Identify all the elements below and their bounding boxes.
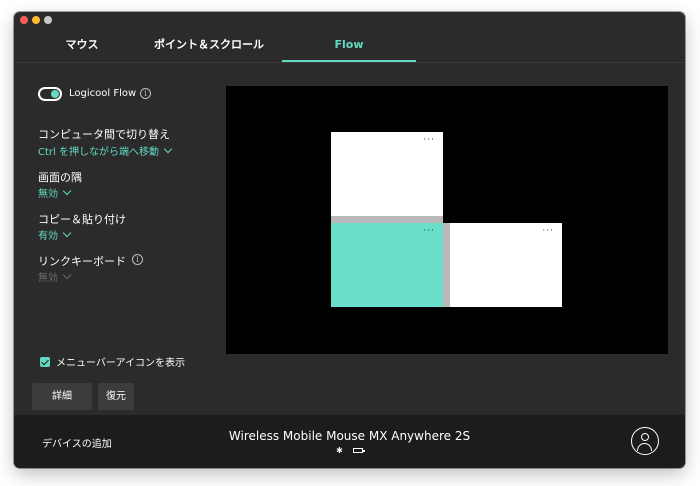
toggle-knob — [51, 90, 59, 98]
device-status-icons: ✱ — [14, 446, 685, 455]
flow-panel: Logicool Flow i コンピュータ間で切り替え Ctrl を押しながら… — [14, 63, 685, 415]
account-body — [637, 443, 652, 451]
switch-computers-dropdown[interactable]: Ctrl を押しながら端へ移動 — [38, 143, 173, 158]
switch-computers-title: コンピュータ間で切り替え — [38, 128, 170, 141]
computer-screen-right[interactable]: ··· — [450, 223, 562, 307]
minimize-window-button[interactable] — [32, 16, 40, 24]
account-head — [641, 433, 649, 441]
titlebar — [14, 12, 685, 28]
link-keyboard-title: リンクキーボード — [38, 255, 126, 268]
computer-screen-top[interactable]: ··· — [331, 132, 443, 216]
more-menu-icon[interactable]: ··· — [423, 227, 435, 236]
menubar-icon-label: メニューバーアイコンを表示 — [56, 358, 185, 369]
screen-corner-title: 画面の隅 — [38, 171, 82, 184]
tab-flow[interactable]: Flow — [282, 28, 416, 62]
tab-bar: マウス ポイント＆スクロール Flow — [14, 28, 685, 62]
info-icon[interactable]: i — [140, 88, 151, 99]
battery-icon — [352, 448, 365, 453]
flow-toggle[interactable] — [38, 87, 62, 101]
close-window-button[interactable] — [20, 16, 28, 24]
more-menu-icon[interactable]: ··· — [542, 227, 554, 236]
restore-button[interactable]: 復元 — [98, 383, 134, 410]
menubar-icon-checkbox[interactable] — [40, 356, 50, 367]
tab-mouse[interactable]: マウス — [34, 28, 130, 62]
more-menu-icon[interactable]: ··· — [423, 136, 435, 145]
copy-paste-dropdown[interactable]: 有効 — [38, 227, 72, 242]
copy-paste-title: コピー＆貼り付け — [38, 213, 126, 226]
copy-paste-value: 有効 — [38, 231, 58, 242]
account-icon[interactable] — [631, 427, 659, 455]
screen-corner-dropdown[interactable]: 無効 — [38, 185, 72, 200]
bluetooth-icon: ✱ — [336, 446, 343, 455]
footer-bar: デバイスの追加 Wireless Mobile Mouse MX Anywher… — [14, 415, 685, 468]
screen-corner-value: 無効 — [38, 189, 58, 200]
screen-layout-canvas: ··· ··· ··· — [226, 86, 668, 354]
chevron-down-icon — [163, 144, 173, 153]
app-window: マウス ポイント＆スクロール Flow Logicool Flow i コンピュ… — [14, 12, 685, 468]
screen-link-vertical — [443, 223, 450, 307]
info-icon[interactable]: i — [132, 254, 143, 265]
switch-computers-value: Ctrl を押しながら端へ移動 — [38, 147, 159, 158]
details-button[interactable]: 詳細 — [32, 383, 92, 410]
link-keyboard-value: 無効 — [38, 273, 58, 284]
zoom-window-button[interactable] — [44, 16, 52, 24]
menubar-icon-checkbox-row[interactable]: メニューバーアイコンを表示 — [40, 354, 185, 369]
chevron-down-icon — [62, 186, 72, 195]
chevron-down-icon — [62, 228, 72, 237]
device-name: Wireless Mobile Mouse MX Anywhere 2S — [228, 429, 471, 443]
screen-link-horizontal — [331, 216, 443, 223]
tab-point-scroll[interactable]: ポイント＆スクロール — [144, 28, 274, 62]
flow-toggle-label: Logicool Flow — [69, 88, 137, 99]
link-keyboard-dropdown: 無効 — [38, 269, 72, 284]
computer-screen-current[interactable]: ··· — [331, 223, 443, 307]
chevron-down-icon — [62, 270, 72, 279]
